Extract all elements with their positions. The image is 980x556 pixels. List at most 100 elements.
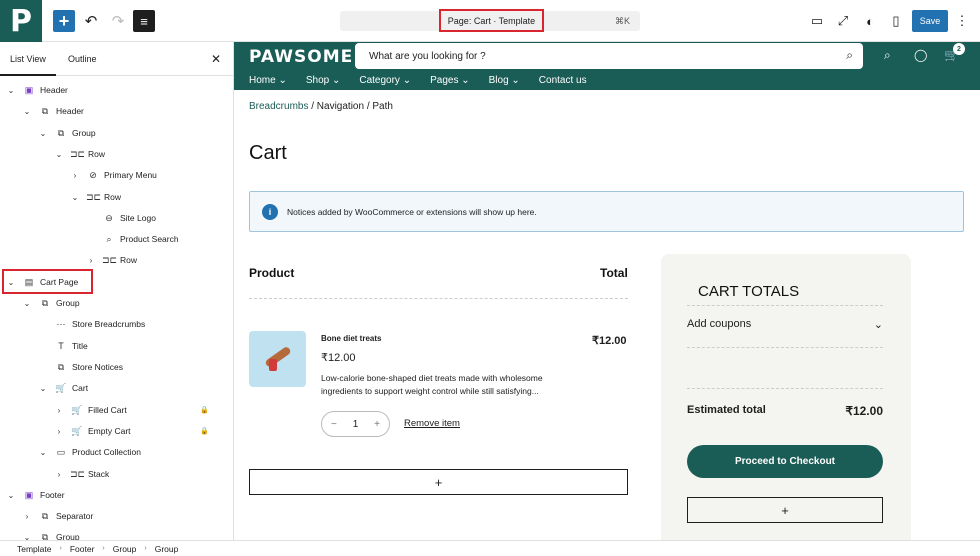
- chevron-down-icon[interactable]: ⌄: [22, 107, 32, 116]
- list-view-item[interactable]: ⧉ Store Notices: [0, 357, 123, 377]
- document-title[interactable]: Page: Cart · Template: [439, 9, 544, 32]
- product-name[interactable]: Bone diet treats: [321, 334, 381, 343]
- nav-item[interactable]: Category ⌄: [359, 75, 411, 86]
- tab-list-view[interactable]: List View: [10, 54, 46, 64]
- breadcrumb-item[interactable]: Template: [17, 544, 52, 554]
- nav-item[interactable]: Home ⌄: [249, 75, 287, 86]
- settings-icon[interactable]: ▯: [886, 11, 906, 31]
- add-block-icon[interactable]: +: [53, 10, 75, 32]
- list-view-item-label: Header: [40, 85, 68, 95]
- sidebar-tabs: List View Outline ✕: [0, 42, 233, 76]
- block-icon: ⊘: [89, 169, 97, 180]
- quantity-value[interactable]: 1: [353, 419, 359, 430]
- store-notice: i Notices added by WooCommerce or extens…: [249, 191, 964, 232]
- product-thumbnail[interactable]: [249, 331, 306, 387]
- product-search-input[interactable]: What are you looking for ? ⌕: [355, 43, 863, 69]
- redo-icon[interactable]: ↷: [107, 10, 129, 32]
- list-view-item-label: Empty Cart: [88, 426, 131, 436]
- block-appender-button[interactable]: +: [249, 469, 628, 495]
- list-view-item[interactable]: ⌕ Product Search: [0, 229, 178, 249]
- chevron-down-icon[interactable]: ⌄: [6, 491, 16, 500]
- command-palette[interactable]: Page: Cart · Template ⌘K: [340, 9, 640, 32]
- list-view-item-label: Store Breadcrumbs: [72, 319, 146, 329]
- search-icon[interactable]: ⌕: [884, 48, 891, 63]
- estimated-total-row: Estimated total ₹12.00: [687, 404, 883, 418]
- list-view-item[interactable]: ⌄ ⧉ Group: [0, 123, 96, 143]
- chevron-right-icon[interactable]: ›: [22, 512, 32, 521]
- list-view-item[interactable]: › ⊐⊏ Row: [0, 250, 137, 270]
- breadcrumb: Breadcrumbs / Navigation / Path: [249, 101, 393, 112]
- list-view-item[interactable]: ⌄ ⊐⊏ Row: [0, 144, 105, 164]
- account-icon[interactable]: ◯: [914, 48, 927, 62]
- chevron-right-icon: ›: [144, 545, 147, 552]
- list-view-item[interactable]: ⌄ ▭ Product Collection: [0, 442, 141, 462]
- chevron-down-icon[interactable]: ⌄: [54, 150, 64, 159]
- search-icon[interactable]: ⌕: [846, 48, 853, 63]
- list-view-item[interactable]: › ⊐⊏ Stack: [0, 464, 110, 484]
- chevron-right-icon[interactable]: ›: [70, 171, 80, 180]
- chevron-right-icon: ›: [102, 545, 105, 552]
- list-view-item[interactable]: › ⧉ Separator: [0, 506, 94, 526]
- list-view-item[interactable]: › 🛒 Empty Cart 🔒: [0, 421, 209, 441]
- nav-item[interactable]: Blog ⌄: [489, 75, 520, 86]
- estimated-total-label: Estimated total: [687, 404, 766, 416]
- list-view-item-label: Header: [56, 106, 84, 116]
- decrease-quantity-button[interactable]: −: [331, 419, 337, 430]
- remove-item-link[interactable]: Remove item: [404, 418, 460, 429]
- breadcrumb-link[interactable]: Breadcrumbs: [249, 101, 308, 112]
- list-view-item-label: Stack: [88, 469, 110, 479]
- chevron-down-icon[interactable]: ⌄: [70, 193, 80, 202]
- list-view-item[interactable]: ⋯ Store Breadcrumbs: [0, 314, 146, 334]
- brand-logo[interactable]: PAWSOME: [249, 47, 353, 67]
- chevron-down-icon[interactable]: ⌄: [38, 129, 48, 138]
- chevron-down-icon[interactable]: ⌄: [6, 278, 16, 287]
- list-view-item[interactable]: ⊖ Site Logo: [0, 208, 156, 228]
- divider: [687, 305, 883, 306]
- active-tab-indicator: [0, 74, 56, 76]
- chevron-down-icon[interactable]: ⌄: [6, 86, 16, 95]
- list-view-item[interactable]: ⌄ ▣ Footer: [0, 485, 65, 505]
- chevron-right-icon[interactable]: ›: [86, 256, 96, 265]
- increase-quantity-button[interactable]: +: [374, 419, 380, 430]
- block-icon: ⊖: [105, 212, 113, 223]
- add-coupons-toggle[interactable]: Add coupons ⌄: [687, 318, 883, 331]
- quantity-stepper[interactable]: − 1 +: [321, 411, 390, 437]
- chevron-down-icon[interactable]: ⌄: [38, 384, 48, 393]
- nav-item[interactable]: Contact us: [539, 75, 587, 86]
- list-view-item[interactable]: T Title: [0, 336, 88, 356]
- chevron-right-icon[interactable]: ›: [54, 470, 64, 479]
- block-appender-button[interactable]: +: [687, 497, 883, 523]
- site-logo-button[interactable]: P: [0, 0, 42, 42]
- save-button[interactable]: Save: [912, 10, 948, 32]
- document-overview-icon[interactable]: ≡: [133, 10, 155, 32]
- chevron-down-icon[interactable]: ⌄: [22, 299, 32, 308]
- chevron-right-icon[interactable]: ›: [54, 427, 64, 436]
- list-view-item[interactable]: ⌄ ▣ Header: [0, 80, 68, 100]
- site-editor: P + ↶ ↷ ≡ Page: Cart · Template ⌘K ▭ ⤢ ◐…: [0, 0, 980, 556]
- close-icon[interactable]: ✕: [211, 52, 221, 66]
- breadcrumb-item[interactable]: Group: [155, 544, 179, 554]
- list-view-item[interactable]: ⌄ ⧉ Group: [0, 293, 80, 313]
- nav-item[interactable]: Pages ⌄: [430, 75, 470, 86]
- nav-item[interactable]: Shop ⌄: [306, 75, 341, 86]
- options-icon[interactable]: ⋮: [952, 11, 972, 31]
- device-preview-icon[interactable]: ▭: [807, 11, 827, 31]
- list-view-item[interactable]: › 🛒 Filled Cart 🔒: [0, 400, 209, 420]
- command-shortcut: ⌘K: [614, 16, 630, 26]
- undo-icon[interactable]: ↶: [80, 10, 102, 32]
- chevron-right-icon[interactable]: ›: [54, 406, 64, 415]
- breadcrumb-item[interactable]: Footer: [70, 544, 95, 554]
- styles-icon[interactable]: ◐: [860, 11, 880, 31]
- list-view-item[interactable]: ⌄ 🛒 Cart: [0, 378, 88, 398]
- list-view-item[interactable]: › ⊘ Primary Menu: [0, 165, 157, 185]
- list-view-item[interactable]: ⌄ ⊐⊏ Row: [0, 187, 121, 207]
- zoom-out-icon[interactable]: ⤢: [833, 11, 853, 31]
- list-view-item[interactable]: ⌄ ⧉ Header: [0, 101, 84, 121]
- proceed-to-checkout-button[interactable]: Proceed to Checkout: [687, 445, 883, 478]
- breadcrumb-item[interactable]: Group: [113, 544, 137, 554]
- chevron-down-icon[interactable]: ⌄: [38, 448, 48, 457]
- block-icon: ⌕: [106, 233, 112, 244]
- tab-outline[interactable]: Outline: [68, 54, 97, 64]
- list-view-item-label: Title: [72, 341, 88, 351]
- list-view-item[interactable]: ⌄ ▤ Cart Page: [0, 272, 79, 292]
